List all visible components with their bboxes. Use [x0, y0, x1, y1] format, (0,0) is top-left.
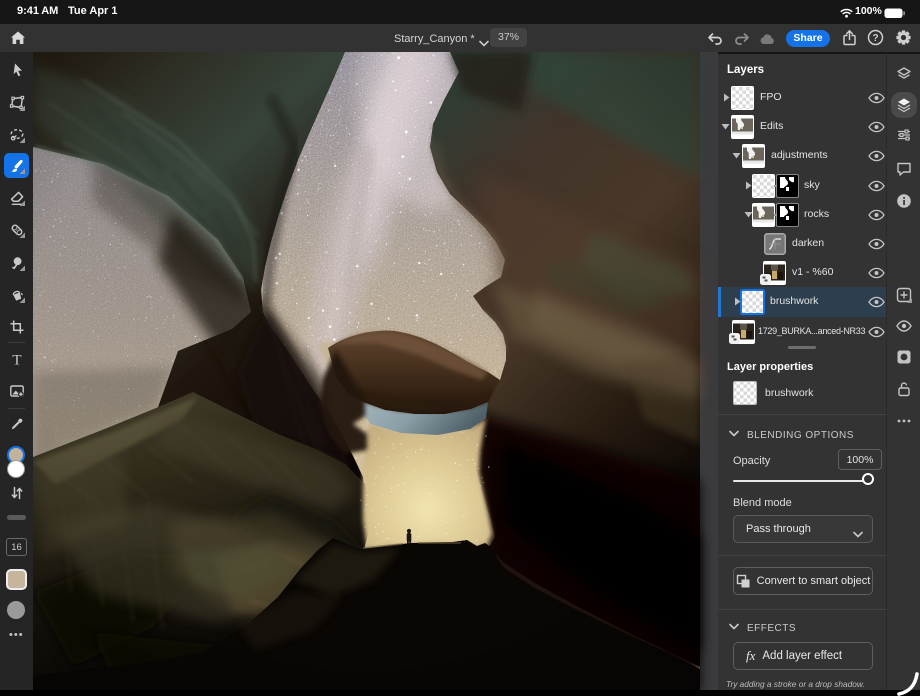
svg-text:?: ? [872, 33, 878, 44]
svg-text:T: T [12, 352, 21, 367]
